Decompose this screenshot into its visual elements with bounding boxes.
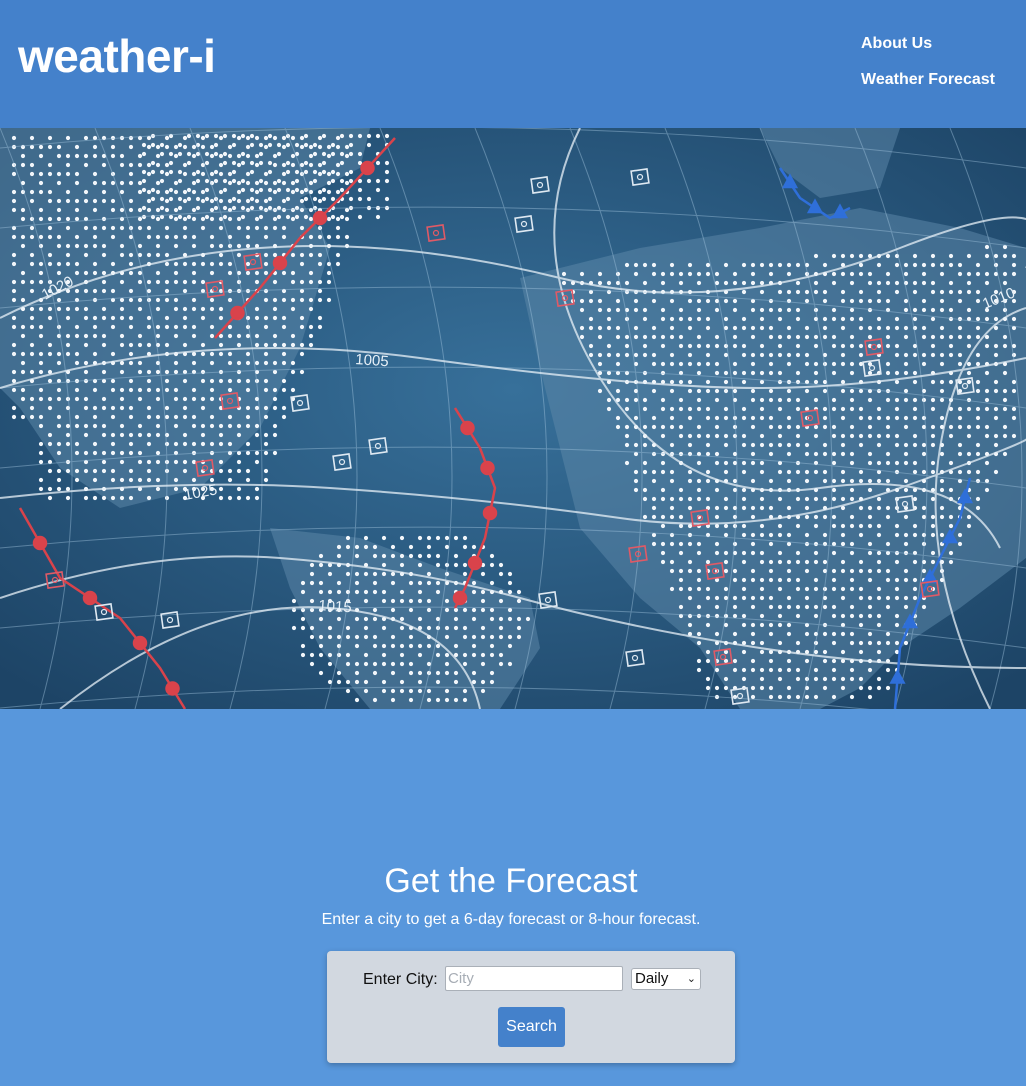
weather-map-graphic: 10201005102510151010 [0,128,1026,709]
forecast-mode-select[interactable]: Daily ⌄ [631,968,701,990]
nav-weather-forecast[interactable]: Weather Forecast [861,70,995,106]
site-logo[interactable]: weather-i [18,26,216,86]
forecast-section: Get the Forecast Enter a city to get a 6… [0,709,1026,1086]
search-button[interactable]: Search [498,1007,565,1047]
search-form-card: Enter City: Daily ⌄ Search [327,951,735,1063]
forecast-mode-value: Daily [635,970,669,987]
main-nav: About Us Weather Forecast [861,34,995,106]
forecast-subtitle: Enter a city to get a 6-day forecast or … [321,911,701,928]
hero-weather-map-image: 1020 1005 1025 1015 1010 [0,128,1026,709]
chevron-down-icon: ⌄ [686,973,696,985]
forecast-title: Get the Forecast [384,862,638,900]
site-header: weather-i About Us Weather Forecast [0,0,1026,128]
isobar-label: 1015 [318,597,352,616]
nav-about-us[interactable]: About Us [861,34,995,70]
isobar-label: 1005 [355,351,389,370]
city-label: Enter City: [363,971,438,988]
city-input[interactable] [445,966,623,991]
